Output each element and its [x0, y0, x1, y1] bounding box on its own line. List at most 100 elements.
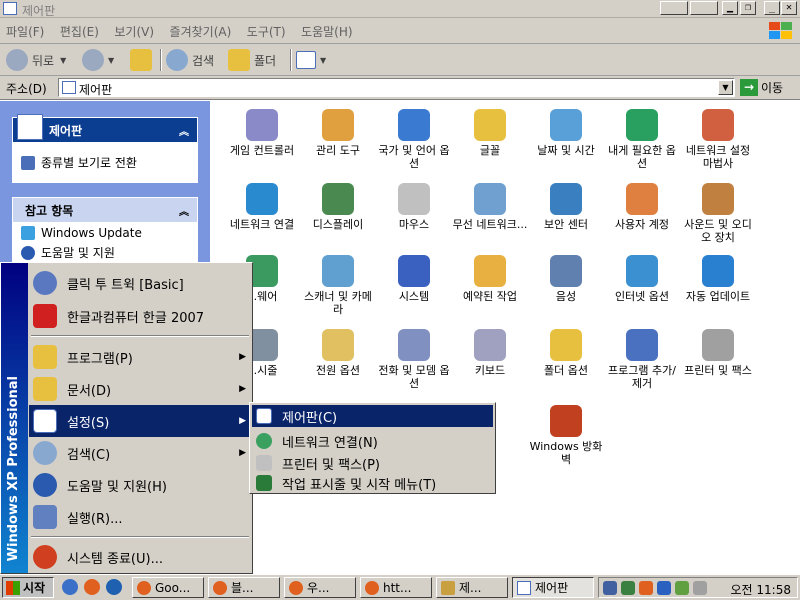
help-item[interactable]: 도움말 및 지원(H) [29, 469, 252, 501]
cp-item[interactable]: 키보드 [452, 329, 528, 377]
taskbar-btn-http[interactable]: htt... [360, 577, 432, 598]
go-button[interactable]: → 이동 [740, 79, 783, 96]
taskbar-btn-u[interactable]: 우... [284, 577, 356, 598]
tray-icon[interactable] [639, 580, 653, 595]
control-panel-header[interactable]: 제어판 ︽ [13, 114, 197, 142]
cp-item-label: 내게 필요한 옵션 [608, 144, 676, 170]
cp-item-icon [398, 329, 430, 361]
cp-item[interactable]: 글꼴 [452, 109, 528, 157]
close-button[interactable]: ✕ [781, 1, 797, 15]
tray-icon[interactable] [675, 580, 689, 595]
windows-flag-icon [6, 580, 20, 595]
address-input[interactable]: 제어판 ▼ [58, 78, 735, 97]
title-bar[interactable]: 제어판 ▁ ❐ _ ✕ [0, 0, 800, 18]
documents-item[interactable]: 문서(D) ▶ [29, 373, 252, 405]
taskbar-btn-control-panel[interactable]: 제어판 [512, 577, 594, 598]
menu-help[interactable]: 도움말(H) [295, 18, 359, 44]
cp-item[interactable]: 마우스 [376, 183, 452, 231]
control-panel-icon [517, 580, 531, 595]
click-to-tweak-item[interactable]: 클릭 투 트윅 [Basic] [29, 267, 252, 299]
cp-item[interactable]: 자동 업데이트 [680, 255, 756, 303]
forward-button[interactable]: ▼ [82, 48, 114, 72]
cp-item[interactable]: 네트워크 설정 마법사 [680, 109, 756, 170]
tray-icon[interactable] [621, 580, 635, 595]
magnifier-icon [33, 271, 57, 295]
submenu-control-panel[interactable]: 제어판(C) [252, 405, 493, 427]
shutdown-item[interactable]: 시스템 종료(U)... [29, 541, 252, 573]
cp-item-icon [550, 109, 582, 141]
help-support-label: 도움말 및 지원 [41, 246, 115, 260]
views-button[interactable]: ▼ [296, 48, 326, 72]
toolbar-separator [290, 49, 292, 71]
cp-item[interactable]: 게임 컨트롤러 [224, 109, 300, 157]
run-label: 실행(R)... [67, 511, 123, 527]
search-button[interactable]: 검색 [166, 48, 214, 72]
menu-file[interactable]: 파일(F) [0, 18, 50, 44]
cp-item[interactable]: 관리 도구 [300, 109, 376, 157]
cp-item[interactable]: 사운드 및 오디오 장치 [680, 183, 756, 244]
cp-item[interactable]: 음성 [528, 255, 604, 303]
back-label: 뒤로 [32, 53, 55, 68]
submenu-network[interactable]: 네트워크 연결(N) [252, 430, 493, 452]
submenu-arrow-icon: ▶ [239, 416, 246, 426]
cp-item-label: 관리 도구 [316, 144, 360, 157]
cp-item[interactable]: 프린터 및 팩스 [680, 329, 756, 377]
cp-item[interactable]: 사용자 계정 [604, 183, 680, 231]
menu-view[interactable]: 보기(V) [108, 18, 160, 44]
submenu-taskbar-label: 작업 표시줄 및 시작 메뉴(T) [282, 477, 437, 493]
menu-favorites[interactable]: 즐겨찾기(A) [164, 18, 238, 44]
cp-item[interactable]: 인터넷 옵션 [604, 255, 680, 303]
switch-view-link[interactable]: 종류별 보기로 전환 [13, 150, 197, 175]
submenu-taskbar[interactable]: 작업 표시줄 및 시작 메뉴(T) [252, 472, 493, 494]
start-button[interactable]: 시작 [2, 577, 54, 598]
folders-button[interactable]: 폴더 [228, 48, 276, 72]
cp-item[interactable]: 날짜 및 시간 [528, 109, 604, 157]
see-also-header[interactable]: 참고 항목 ︽ [13, 198, 197, 222]
cp-item[interactable]: 예약된 작업 [452, 255, 528, 303]
back-button[interactable]: 뒤로 ▼ [6, 48, 66, 72]
taskbar-btn-je[interactable]: 제... [436, 577, 508, 598]
cp-item[interactable]: 국가 및 언어 옵션 [376, 109, 452, 170]
cp-item[interactable]: 보안 센터 [528, 183, 604, 231]
tray-icon[interactable] [603, 580, 617, 595]
cp-item[interactable]: 프로그램 추가/제거 [604, 329, 680, 390]
media-player-icon[interactable] [106, 579, 122, 595]
cp-item[interactable]: 폴더 옵션 [528, 329, 604, 377]
cp-item[interactable]: 네트워크 연결 [224, 183, 300, 231]
collapse-icon[interactable]: ︽ [179, 203, 189, 218]
ie-icon[interactable] [62, 579, 78, 595]
taskbar-btn-blog[interactable]: 블... [208, 577, 280, 598]
programs-label: 프로그램(P) [67, 351, 133, 367]
cp-item[interactable]: 무선 네트워크... [452, 183, 528, 231]
cp-item[interactable]: 내게 필요한 옵션 [604, 109, 680, 170]
cp-item[interactable]: 시스템 [376, 255, 452, 303]
cp-item[interactable]: 전원 옵션 [300, 329, 376, 377]
collapse-icon[interactable]: ︽ [179, 123, 189, 138]
cp-item[interactable]: 디스플레이 [300, 183, 376, 231]
programs-item[interactable]: 프로그램(P) ▶ [29, 341, 252, 373]
minimize-icon[interactable]: ▁ [722, 1, 738, 15]
tray-icon[interactable] [657, 580, 671, 595]
cp-item-label: 무선 네트워크... [452, 218, 528, 231]
run-item[interactable]: 실행(R)... [29, 501, 252, 533]
up-folder-button[interactable] [130, 48, 156, 72]
cp-item-label: 마우스 [398, 218, 430, 231]
settings-item[interactable]: 설정(S) ▶ [29, 405, 252, 437]
taskbar-btn-label: Goo... [155, 580, 191, 595]
firefox-icon[interactable] [84, 579, 100, 595]
volume-icon[interactable] [693, 580, 707, 595]
windows-xp-label: Windows XP Professional [6, 375, 21, 561]
windows-update-link[interactable]: Windows Update [13, 222, 197, 244]
cp-item[interactable]: 전화 및 모뎀 옵션 [376, 329, 452, 390]
menu-edit[interactable]: 편집(E) [54, 18, 105, 44]
taskbar-btn-google[interactable]: Goo... [132, 577, 204, 598]
restore-icon[interactable]: ❐ [740, 1, 756, 15]
chevron-down-icon[interactable]: ▼ [718, 80, 733, 95]
search-item[interactable]: 검색(C) ▶ [29, 437, 252, 469]
cp-item[interactable]: Windows 방화벽 [528, 405, 604, 466]
minimize-button[interactable]: _ [764, 1, 780, 15]
hangul-2007-item[interactable]: 한글과컴퓨터 한글 2007 [29, 300, 252, 332]
menu-tools[interactable]: 도구(T) [241, 18, 292, 44]
cp-item[interactable]: 스캐너 및 카메라 [300, 255, 376, 316]
submenu-printers[interactable]: 프린터 및 팩스(P) [252, 452, 493, 474]
